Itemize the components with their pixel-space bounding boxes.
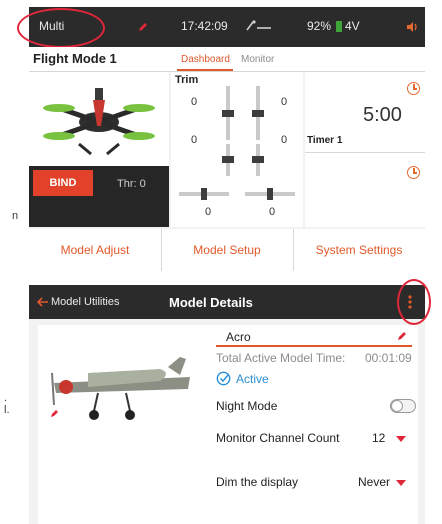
trim-slider-thumb[interactable] [267, 188, 273, 200]
channel-count-select[interactable]: 12 [372, 431, 385, 445]
trim-value: 0 [191, 134, 198, 146]
dim-display-label: Dim the display [216, 475, 299, 489]
highlight-ring-model-name [17, 8, 105, 48]
night-mode-label: Night Mode [216, 399, 278, 413]
tab-dashboard[interactable]: Dashboard [181, 54, 230, 65]
model-adjust-button[interactable]: Model Adjust [29, 229, 162, 271]
speaker-icon[interactable] [405, 20, 419, 39]
pencil-icon[interactable] [396, 329, 408, 347]
model-details-card: Acro Total Active Model Time: 00:01:09 A… [38, 325, 418, 524]
servo-icon [245, 19, 273, 38]
divider [305, 152, 425, 153]
system-settings-button[interactable]: System Settings [293, 229, 425, 271]
bind-row: BIND Thr: 0 [29, 166, 169, 202]
model-image-panel [29, 72, 169, 166]
page-text-fragment-l: l. [4, 404, 10, 416]
airplane-image [51, 357, 190, 420]
battery-icon [336, 21, 342, 32]
input-underline [216, 345, 412, 347]
trim-panel: Trim 0 0 0 0 0 0 [171, 72, 303, 227]
check-icon [216, 371, 231, 391]
clock-icon[interactable] [407, 82, 420, 95]
dashboard-screen: Multi 17:42:09 92% 4V Flight Mode 1 Dash… [17, 7, 425, 271]
dashboard-nav: Model Adjust Model Setup System Settings [29, 229, 425, 271]
trim-value: 0 [281, 134, 288, 146]
voltage: 4V [345, 19, 360, 33]
chevron-down-icon[interactable] [396, 436, 406, 442]
clock-icon[interactable] [407, 166, 420, 179]
back-arrow-icon[interactable] [36, 295, 49, 313]
model-name-field[interactable]: Acro [226, 330, 251, 344]
back-link[interactable]: Model Utilities [51, 296, 119, 308]
highlight-ring-menu [397, 279, 431, 325]
trim-slider-thumb[interactable] [222, 110, 234, 117]
subheader: Flight Mode 1 Dashboard Monitor [29, 47, 425, 72]
trim-slider-thumb[interactable] [252, 110, 264, 117]
timer-panel[interactable]: 5:00 Timer 1 [305, 72, 425, 227]
drone-image [43, 88, 155, 156]
active-time-value: 00:01:09 [365, 351, 412, 365]
trim-value: 0 [205, 206, 212, 218]
model-details-screen: Model Utilities Model Details Acro Total… [29, 279, 431, 524]
dim-display-select[interactable]: Never [358, 475, 390, 489]
bind-button[interactable]: BIND [33, 170, 93, 196]
battery-percent: 92% [307, 19, 332, 33]
tab-active-indicator [177, 69, 233, 71]
pencil-icon[interactable] [137, 20, 149, 38]
throttle-readout: Thr: 0 [117, 178, 146, 190]
page-text-fragment-n: n [12, 210, 19, 222]
page-text-fragment-dot: . [4, 392, 8, 404]
flight-mode: Flight Mode 1 [33, 51, 117, 66]
trim-slider-thumb[interactable] [201, 188, 207, 200]
model-panel-footer [29, 202, 169, 227]
trim-slider-thumb[interactable] [252, 156, 264, 163]
trim-value: 0 [191, 96, 198, 108]
tab-monitor[interactable]: Monitor [241, 54, 274, 65]
channel-count-label: Monitor Channel Count [216, 431, 340, 445]
active-time-label: Total Active Model Time: [216, 351, 346, 365]
page-title: Model Details [169, 295, 253, 310]
model-setup-button[interactable]: Model Setup [161, 229, 294, 271]
trim-title: Trim [175, 74, 199, 86]
edit-image-icon[interactable] [50, 405, 60, 423]
trim-slider-thumb[interactable] [222, 156, 234, 163]
timer-name: Timer 1 [307, 135, 343, 146]
timer-value: 5:00 [363, 104, 402, 126]
trim-value: 0 [269, 206, 276, 218]
trim-value: 0 [281, 96, 288, 108]
chevron-down-icon[interactable] [396, 480, 406, 486]
active-status: Active [236, 372, 269, 386]
model-details-header: Model Utilities Model Details [29, 285, 425, 319]
clock: 17:42:09 [181, 19, 228, 33]
night-mode-toggle[interactable] [390, 399, 416, 413]
